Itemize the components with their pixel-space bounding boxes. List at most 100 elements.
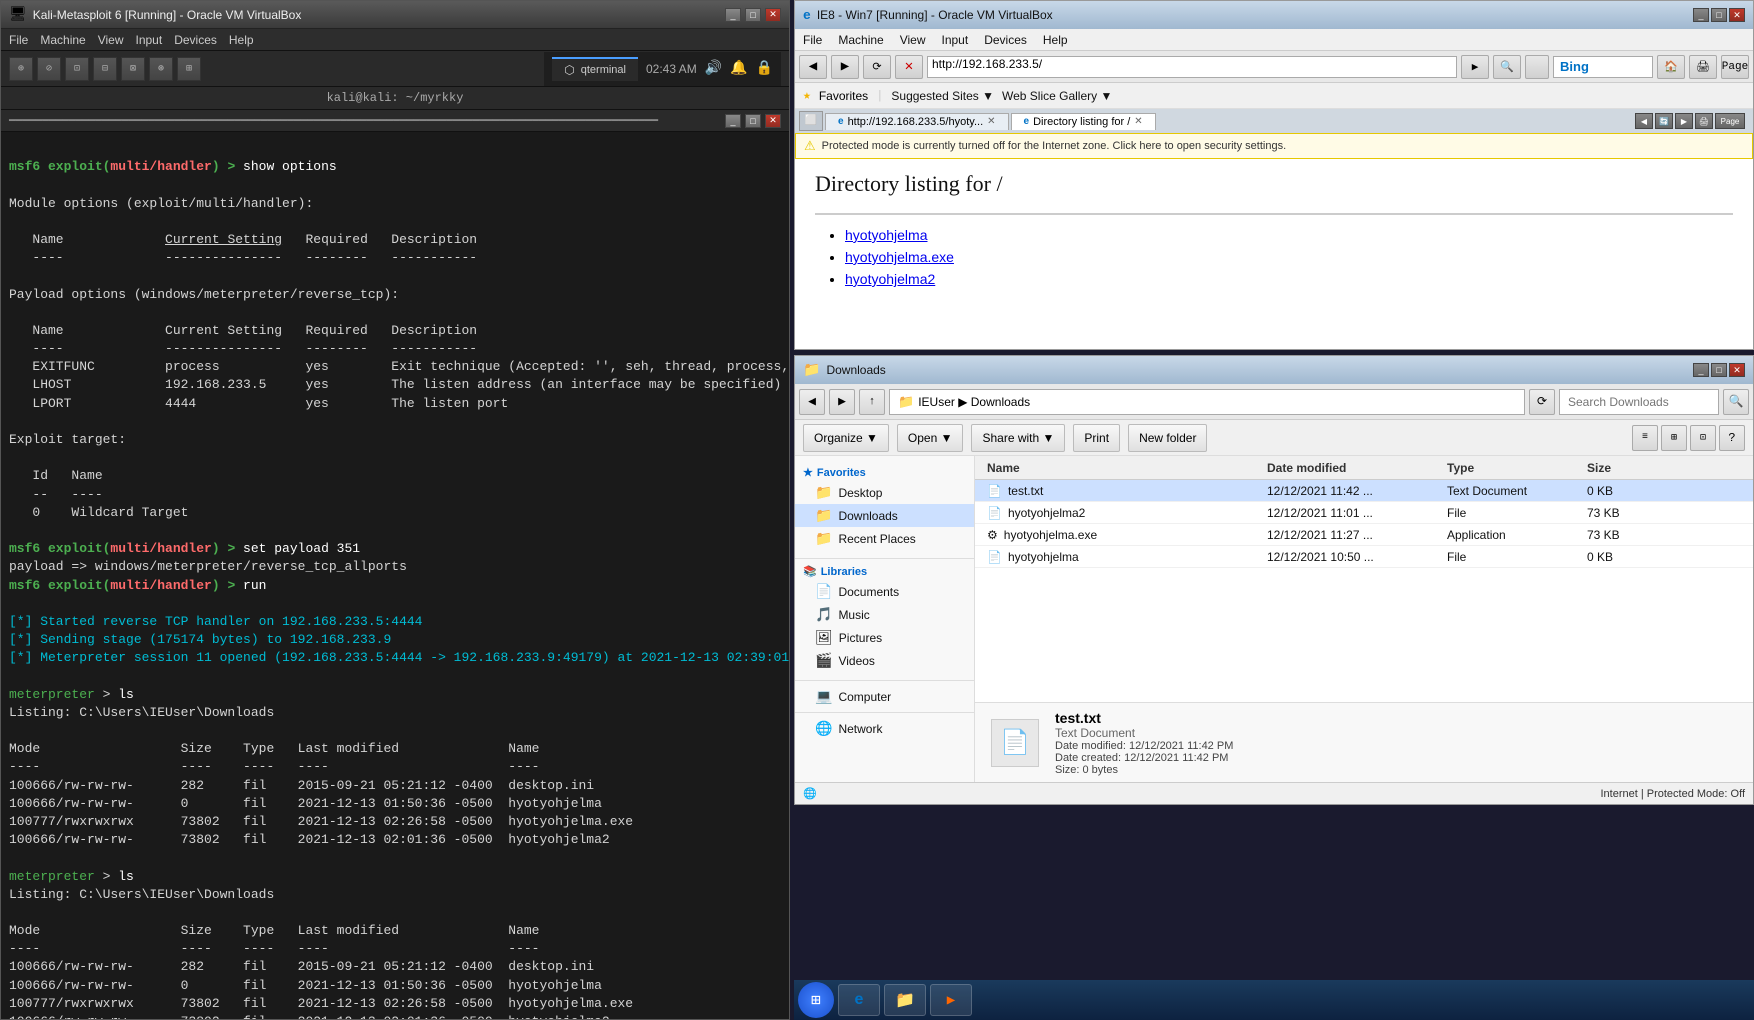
- ie-tabwin-btn3[interactable]: ▶: [1675, 113, 1693, 129]
- terminal-tab[interactable]: ⬡ qterminal: [552, 57, 638, 81]
- inner-maximize-btn[interactable]: □: [745, 114, 761, 128]
- organize-btn[interactable]: Organize ▼: [803, 424, 889, 452]
- taskbar-explorer-btn[interactable]: 📁: [884, 984, 926, 1016]
- terminal-body[interactable]: msf6 exploit(multi/handler) > show optio…: [1, 132, 789, 1019]
- explorer-forward-btn[interactable]: ▶: [829, 389, 855, 415]
- toolbar-btn-1[interactable]: ⊕: [9, 57, 33, 81]
- ie-web-slice-gallery[interactable]: Web Slice Gallery ▼: [1002, 89, 1112, 103]
- explorer-search-input[interactable]: [1559, 389, 1719, 415]
- ie-security-bar[interactable]: ⚠ Protected mode is currently turned off…: [795, 133, 1753, 159]
- terminal-close-btn[interactable]: ✕: [765, 8, 781, 22]
- col-header-size[interactable]: Size: [1579, 461, 1659, 475]
- explorer-close-btn[interactable]: ✕: [1729, 363, 1745, 377]
- ie-tabwin-btn2[interactable]: 🔄: [1655, 113, 1673, 129]
- ie-tab-1[interactable]: e http://192.168.233.5/hyoty... ✕: [825, 113, 1009, 130]
- ie-tab1-close[interactable]: ✕: [987, 116, 995, 127]
- ie-back-btn[interactable]: ◀: [799, 55, 827, 79]
- ie-go-btn[interactable]: ▶: [1461, 55, 1489, 79]
- terminal-minimize-btn[interactable]: _: [725, 8, 741, 22]
- file-row-hyotyohjelma-exe[interactable]: ⚙hyotyohjelma.exe 12/12/2021 11:27 ... A…: [975, 524, 1753, 546]
- menu-file[interactable]: File: [9, 33, 28, 47]
- ie-refresh-btn[interactable]: ⟳: [863, 55, 891, 79]
- ie-menu-help[interactable]: Help: [1043, 33, 1068, 47]
- view-help-btn[interactable]: ?: [1719, 425, 1745, 451]
- ie-add-tab-btn[interactable]: [1525, 55, 1549, 79]
- ie-file-link-1[interactable]: hyotyohjelma: [845, 227, 928, 243]
- sidebar-network[interactable]: 🌐 Network: [795, 717, 974, 740]
- ie-tabwin-btn1[interactable]: ◀: [1635, 113, 1653, 129]
- sidebar-computer[interactable]: 💻 Computer: [795, 685, 974, 708]
- toolbar-btn-6[interactable]: ⊛: [149, 57, 173, 81]
- explorer-back-btn[interactable]: ◀: [799, 389, 825, 415]
- view-tile-btn[interactable]: ⊞: [1661, 425, 1687, 451]
- open-btn[interactable]: Open ▼: [897, 424, 964, 452]
- toolbar-btn-4[interactable]: ⊟: [93, 57, 117, 81]
- ie-menu-view[interactable]: View: [900, 33, 926, 47]
- taskbar-media-btn[interactable]: ▶: [930, 984, 972, 1016]
- col-header-type[interactable]: Type: [1439, 461, 1579, 475]
- downloads-folder-icon: 📁: [815, 507, 832, 524]
- toolbar-btn-7[interactable]: ⊞: [177, 57, 201, 81]
- toolbar-btn-2[interactable]: ⊘: [37, 57, 61, 81]
- view-list-btn[interactable]: ≡: [1632, 425, 1658, 451]
- ie-menu-file[interactable]: File: [803, 33, 822, 47]
- ie-menu-machine[interactable]: Machine: [838, 33, 883, 47]
- inner-close-btn[interactable]: ✕: [765, 114, 781, 128]
- menu-devices[interactable]: Devices: [174, 33, 217, 47]
- file-row-hyotyohjelma[interactable]: 📄hyotyohjelma 12/12/2021 10:50 ... File …: [975, 546, 1753, 568]
- sidebar-documents[interactable]: 📄 Documents: [795, 580, 974, 603]
- ie-file-link-2[interactable]: hyotyohjelma.exe: [845, 249, 954, 265]
- ie-suggested-sites[interactable]: Suggested Sites ▼: [891, 89, 994, 103]
- explorer-address-bar[interactable]: 📁 IEUser ▶ Downloads: [889, 389, 1525, 415]
- new-folder-btn[interactable]: New folder: [1128, 424, 1207, 452]
- ie-page-btn[interactable]: Page: [1721, 55, 1749, 79]
- explorer-search-btn[interactable]: 🔍: [1723, 389, 1749, 415]
- ie-menu-input[interactable]: Input: [942, 33, 969, 47]
- ie-page-label[interactable]: Page: [1715, 113, 1745, 129]
- menu-view[interactable]: View: [98, 33, 124, 47]
- ie-print-btn[interactable]: 🖨: [1689, 55, 1717, 79]
- ie-menu-devices[interactable]: Devices: [984, 33, 1027, 47]
- ie-home-btn[interactable]: 🏠: [1657, 55, 1685, 79]
- menu-input[interactable]: Input: [136, 33, 163, 47]
- sidebar-recent-places[interactable]: 📁 Recent Places: [795, 527, 974, 550]
- explorer-up-btn[interactable]: ↑: [859, 389, 885, 415]
- toolbar-btn-5[interactable]: ⊠: [121, 57, 145, 81]
- explorer-minimize-btn[interactable]: _: [1693, 363, 1709, 377]
- ie-stop-btn[interactable]: ✕: [895, 55, 923, 79]
- inner-minimize-btn[interactable]: _: [725, 114, 741, 128]
- sidebar-desktop[interactable]: 📁 Desktop: [795, 481, 974, 504]
- sidebar-downloads[interactable]: 📁 Downloads: [795, 504, 974, 527]
- taskbar-ie-btn[interactable]: e: [838, 984, 880, 1016]
- ie-tab-2[interactable]: e Directory listing for / ✕: [1011, 113, 1156, 130]
- ie-favorites-label[interactable]: Favorites: [819, 89, 868, 103]
- ie-minimize-btn[interactable]: _: [1693, 8, 1709, 22]
- ie-forward-btn[interactable]: ▶: [831, 55, 859, 79]
- terminal-icon-bell: 🔔: [730, 60, 747, 77]
- print-btn[interactable]: Print: [1073, 424, 1120, 452]
- sidebar-pictures[interactable]: 🖼 Pictures: [795, 626, 974, 649]
- sidebar-videos[interactable]: 🎬 Videos: [795, 649, 974, 672]
- explorer-refresh-btn[interactable]: ⟳: [1529, 389, 1555, 415]
- menu-machine[interactable]: Machine: [40, 33, 85, 47]
- file-row-test-txt[interactable]: 📄test.txt 12/12/2021 11:42 ... Text Docu…: [975, 480, 1753, 502]
- col-header-date[interactable]: Date modified: [1259, 461, 1439, 475]
- terminal-maximize-btn[interactable]: □: [745, 8, 761, 22]
- toolbar-btn-3[interactable]: ⊡: [65, 57, 89, 81]
- ie-search-icon-btn[interactable]: 🔍: [1493, 55, 1521, 79]
- menu-help[interactable]: Help: [229, 33, 254, 47]
- share-btn[interactable]: Share with ▼: [971, 424, 1065, 452]
- file-row-hyotyohjelma2[interactable]: 📄hyotyohjelma2 12/12/2021 11:01 ... File…: [975, 502, 1753, 524]
- ie-close-btn[interactable]: ✕: [1729, 8, 1745, 22]
- view-icon-btn[interactable]: ⊡: [1690, 425, 1716, 451]
- ie-address-bar[interactable]: http://192.168.233.5/: [927, 56, 1457, 78]
- explorer-maximize-btn[interactable]: □: [1711, 363, 1727, 377]
- start-button[interactable]: ⊞: [798, 982, 834, 1018]
- ie-maximize-btn[interactable]: □: [1711, 8, 1727, 22]
- ie-file-link-3[interactable]: hyotyohjelma2: [845, 271, 935, 287]
- sidebar-music[interactable]: 🎵 Music: [795, 603, 974, 626]
- ie-tabwin-btn4[interactable]: 🖨: [1695, 113, 1713, 129]
- ie-tab2-close[interactable]: ✕: [1134, 116, 1142, 127]
- favorites-separator: |: [876, 89, 883, 103]
- col-header-name[interactable]: Name: [979, 461, 1259, 475]
